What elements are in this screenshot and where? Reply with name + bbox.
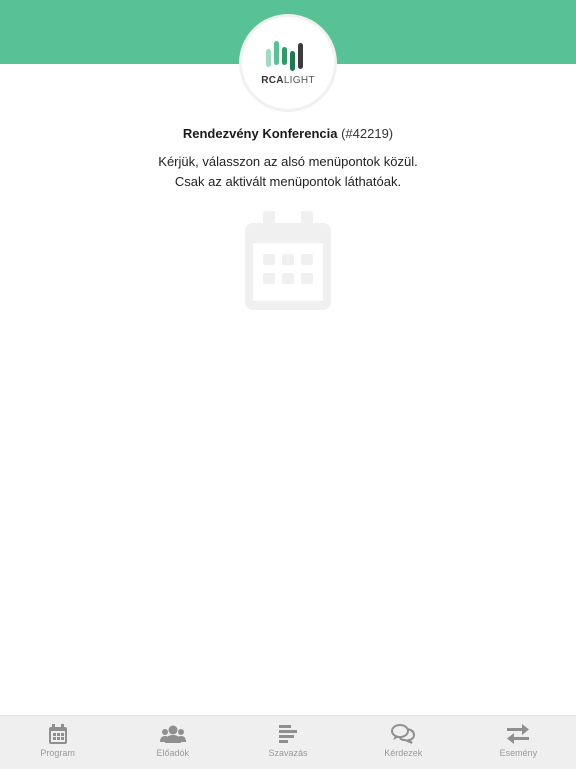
logo-text: RCALIGHT <box>242 75 334 86</box>
app-logo: RCALIGHT <box>242 17 334 109</box>
tab-eloadok-label: Előadók <box>156 748 190 758</box>
event-title: Rendezvény Konferencia (#42219) <box>0 126 576 141</box>
event-id: (#42219) <box>341 126 394 141</box>
tab-program-label: Program <box>40 748 75 758</box>
chat-icon <box>391 724 416 744</box>
event-name: Rendezvény Konferencia <box>182 126 338 141</box>
tab-eloadok[interactable]: Előadók <box>115 716 230 769</box>
calendar-icon <box>245 211 331 310</box>
tab-kerdezek-label: Kérdezek <box>384 748 423 758</box>
exchange-icon <box>507 724 530 744</box>
users-icon <box>159 725 186 743</box>
tab-kerdezek[interactable]: Kérdezek <box>346 716 461 769</box>
bottom-tab-bar: Program Előadók Szavazás Kérdezek Esemén… <box>0 715 576 769</box>
instructions: Kérjük, válasszon az alsó menüpontok köz… <box>0 152 576 192</box>
instruction-line-1: Kérjük, válasszon az alsó menüpontok köz… <box>158 154 418 169</box>
tab-esemeny-label: Esemény <box>499 748 538 758</box>
tab-program[interactable]: Program <box>0 716 115 769</box>
tab-szavazas[interactable]: Szavazás <box>230 716 345 769</box>
logo-text-bold: RCA <box>261 75 284 86</box>
poll-icon <box>279 725 297 743</box>
calendar-icon <box>48 724 67 744</box>
instruction-line-2: Csak az aktivált menüpontok láthatóak. <box>174 174 402 189</box>
logo-bars-icon <box>266 41 303 71</box>
logo-text-light: LIGHT <box>283 75 315 86</box>
tab-szavazas-label: Szavazás <box>268 748 308 758</box>
tab-esemeny[interactable]: Esemény <box>461 716 576 769</box>
